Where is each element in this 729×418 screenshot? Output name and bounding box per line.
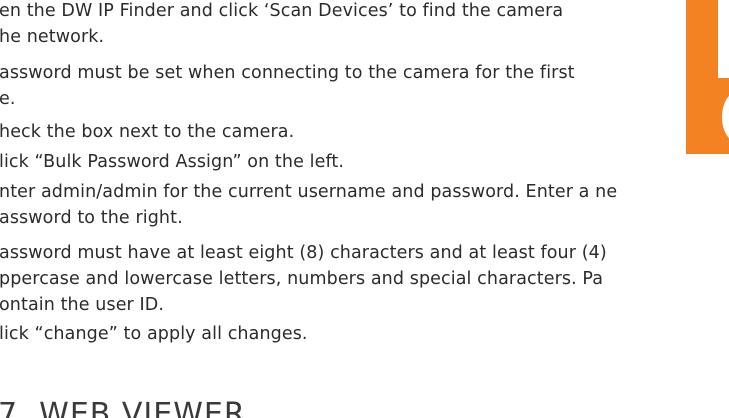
instruction-line-6: lick “Bulk Password Assign” on the left.	[0, 152, 345, 172]
manual-page: en the DW IP Finder and click ‘Scan Devi…	[0, 0, 729, 418]
instruction-line-3: assword must be set when connecting to t…	[0, 63, 575, 83]
chapter-tab-glyph-foot	[718, 68, 729, 78]
instruction-line-11: ontain the user ID.	[0, 295, 165, 315]
instruction-line-7: nter admin/admin for the current usernam…	[0, 182, 618, 202]
instruction-line-9: assword must have at least eight (8) cha…	[0, 243, 607, 263]
instruction-line-2: he network.	[0, 27, 105, 47]
instruction-line-8: assword to the right.	[0, 208, 183, 228]
chapter-tab-glyph-stem	[718, 0, 729, 78]
instruction-line-10: ppercase and lowercase letters, numbers …	[0, 269, 604, 289]
section-heading: 7. WEB VIEWER	[0, 397, 246, 418]
instruction-line-4: e.	[0, 89, 16, 109]
instruction-line-5: heck the box next to the camera.	[0, 122, 295, 142]
instruction-line-12: lick “change” to apply all changes.	[0, 324, 308, 344]
instruction-line-1: en the DW IP Finder and click ‘Scan Devi…	[0, 1, 564, 21]
